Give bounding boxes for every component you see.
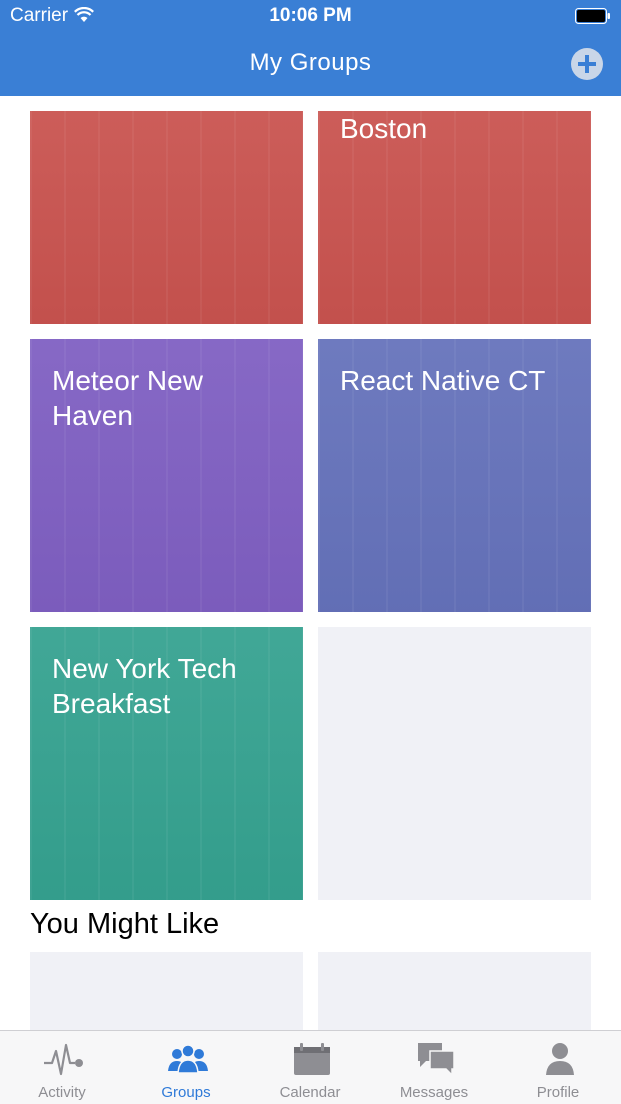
tab-profile[interactable]: Profile bbox=[496, 1031, 620, 1104]
group-card-title: New York Tech Breakfast bbox=[52, 653, 237, 719]
group-card-title: Meteor New Haven bbox=[52, 365, 203, 431]
tab-label: Calendar bbox=[279, 1084, 341, 1101]
tab-label: Groups bbox=[161, 1084, 211, 1101]
tab-label: Activity bbox=[38, 1084, 86, 1101]
group-card-react-native-ct[interactable]: React Native CT bbox=[318, 339, 591, 612]
group-card-boston[interactable]: Boston bbox=[318, 111, 591, 324]
people-icon bbox=[168, 1044, 208, 1074]
tab-calendar[interactable]: Calendar bbox=[248, 1031, 372, 1104]
person-icon bbox=[546, 1043, 574, 1075]
nav-bar: My Groups bbox=[0, 34, 621, 96]
pulse-icon bbox=[44, 1043, 83, 1076]
group-card-meteor-new-haven[interactable]: Meteor New Haven bbox=[30, 339, 303, 612]
battery-icon bbox=[575, 8, 611, 29]
tab-label: Profile bbox=[536, 1084, 580, 1101]
tab-bar: Activity Groups Calendar Messages Profil… bbox=[0, 1030, 621, 1104]
tab-label: Messages bbox=[399, 1084, 469, 1101]
group-card-new-york-tech-breakfast[interactable]: New York Tech Breakfast bbox=[30, 627, 303, 900]
suggestion-card-placeholder bbox=[30, 952, 303, 1042]
group-card-title: Boston bbox=[340, 113, 428, 144]
suggestion-card-placeholder bbox=[318, 952, 591, 1042]
chat-bubbles-icon bbox=[418, 1043, 455, 1077]
status-bar: Carrier 10:06 PM bbox=[0, 0, 621, 34]
section-title-you-might-like: You Might Like bbox=[30, 908, 220, 940]
page-title: My Groups bbox=[249, 49, 372, 76]
group-card-placeholder bbox=[318, 627, 591, 900]
tab-activity[interactable]: Activity bbox=[0, 1031, 124, 1104]
clock: 10:06 PM bbox=[269, 5, 352, 26]
tab-messages[interactable]: Messages bbox=[372, 1031, 496, 1104]
calendar-icon bbox=[294, 1043, 330, 1075]
tile-background-photo bbox=[30, 111, 303, 324]
add-group-button[interactable] bbox=[571, 48, 603, 80]
tab-groups[interactable]: Groups bbox=[124, 1031, 248, 1104]
group-card[interactable] bbox=[30, 111, 303, 324]
group-card-title: React Native CT bbox=[340, 365, 546, 396]
